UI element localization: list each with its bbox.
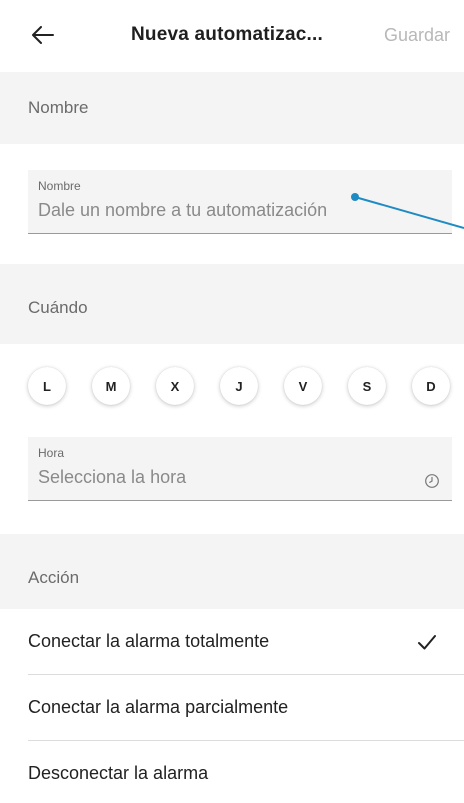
section-header-name: Nombre [0,72,464,144]
action-option-label: Conectar la alarma totalmente [28,631,270,651]
clock-icon[interactable] [424,473,440,489]
time-field[interactable]: Hora [28,437,452,501]
time-field-label: Hora [38,446,65,460]
action-option-arm-partial[interactable]: Conectar la alarma parcialmente [0,675,464,741]
time-input[interactable] [38,467,428,488]
action-option-disarm[interactable]: Desconectar la alarma [0,741,464,803]
action-option-label: Desconectar la alarma [28,763,209,783]
action-option-arm-full[interactable]: Conectar la alarma totalmente [0,609,464,675]
save-button[interactable]: Guardar [384,25,450,46]
day-button-thursday[interactable]: J [220,367,258,405]
day-button-saturday[interactable]: S [348,367,386,405]
section-label-name: Nombre [28,98,89,117]
day-button-monday[interactable]: L [28,367,66,405]
day-button-sunday[interactable]: D [412,367,450,405]
day-button-wednesday[interactable]: X [156,367,194,405]
arrow-left-icon [32,26,54,44]
section-label-action: Acción [28,568,80,587]
weekday-selector: L M X J V S D [28,367,458,405]
name-field[interactable]: Nombre [28,170,452,234]
back-button[interactable] [26,18,60,52]
day-button-friday[interactable]: V [284,367,322,405]
name-field-label: Nombre [38,179,81,193]
section-header-action: Acción [0,534,464,609]
top-app-bar: Nueva automatizac... Guardar [0,0,464,72]
checkmark-icon [418,635,436,650]
action-option-label: Conectar la alarma parcialmente [28,697,289,717]
section-label-when: Cuándo [28,298,88,317]
day-button-tuesday[interactable]: M [92,367,130,405]
page-title: Nueva automatizac... [131,24,323,45]
name-input[interactable] [38,200,428,221]
section-header-when: Cuándo [0,264,464,344]
